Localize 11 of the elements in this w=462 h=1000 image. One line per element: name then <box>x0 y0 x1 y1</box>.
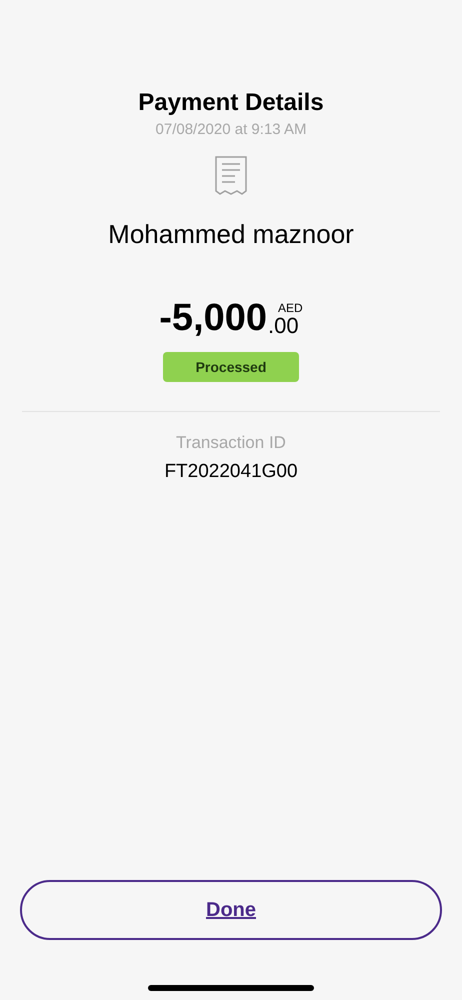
status-badge: Processed <box>163 352 299 382</box>
currency-label: AED <box>277 302 303 314</box>
receipt-icon <box>215 156 247 196</box>
amount-decimals: .00 <box>268 314 299 338</box>
amount-value: -5,000 <box>159 298 268 338</box>
transaction-id-label: Transaction ID <box>176 432 286 454</box>
done-button[interactable]: Done <box>20 880 442 940</box>
payee-name: Mohammed maznoor <box>108 218 354 250</box>
transaction-id-value: FT2022041G00 <box>164 460 298 484</box>
page-title: Payment Details <box>138 88 324 118</box>
payment-timestamp: 07/08/2020 at 9:13 AM <box>156 120 306 140</box>
